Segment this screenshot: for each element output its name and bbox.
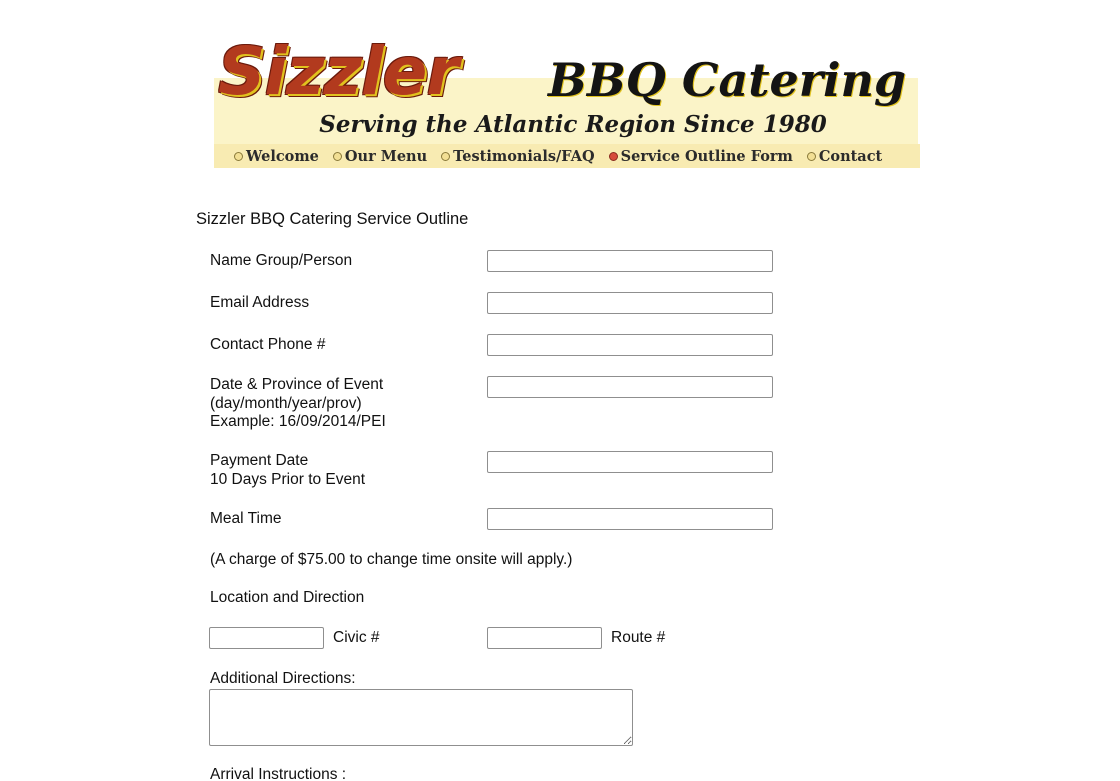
bullet-icon [806,151,816,161]
bullet-icon [441,151,451,161]
logo-wordmark: Sizzler [218,33,459,110]
additional-directions-label: Additional Directions: [210,670,356,687]
payment-date-label: Payment Date 10 Days Prior to Event [210,452,365,489]
nav-item-our-menu[interactable]: Our Menu [332,147,428,165]
bullet-icon [332,151,342,161]
event-date-label-line: Date & Province of Event [210,376,384,393]
nav-label: Service Outline Form [620,147,793,165]
site-banner: Sizzler BBQ Catering Serving the Atlanti… [214,34,920,168]
nav-label: Contact [818,147,883,165]
payment-date-hint: 10 Days Prior to Event [210,470,366,488]
nav-item-contact[interactable]: Contact [806,147,883,165]
nav-label: Welcome [246,147,319,165]
phone-label: Contact Phone # [210,336,326,353]
bullet-icon [234,151,243,161]
event-date-example: Example: 16/09/2014/PEI [210,413,386,430]
nav-item-welcome[interactable]: Welcome [234,148,319,165]
route-input[interactable] [487,627,602,649]
nav-item-testimonials-faq[interactable]: Testimonials/FAQ [441,147,595,165]
active-bullet-icon [608,151,618,161]
meal-time-input[interactable] [487,508,773,530]
event-date-format-hint: (day/month/year/prov) [210,394,362,412]
location-label: Location and Direction [210,589,365,606]
event-date-input[interactable] [487,376,773,398]
logo-subtitle: BBQ Catering [548,53,907,107]
main-nav: Welcome Our Menu Testimonials/FAQ Servic… [214,144,920,168]
event-date-label: Date & Province of Event (day/month/year… [210,376,386,432]
civic-label: Civic # [333,629,380,646]
payment-date-label-line: Payment Date [210,452,309,469]
nav-item-service-outline-form[interactable]: Service Outline Form [608,147,793,165]
route-label: Route # [611,629,666,646]
nav-label: Our Menu [344,147,428,165]
civic-input[interactable] [209,627,324,649]
additional-directions-textarea[interactable] [209,689,633,746]
phone-input[interactable] [487,334,773,356]
email-label: Email Address [210,294,310,311]
form-title: Sizzler BBQ Catering Service Outline [196,210,469,228]
charge-note: (A charge of $75.00 to change time onsit… [210,551,573,568]
nav-label: Testimonials/FAQ [453,147,595,165]
name-input[interactable] [487,250,773,272]
payment-date-input[interactable] [487,451,773,473]
logo-tagline: Serving the Atlantic Region Since 1980 [319,111,827,138]
meal-time-label: Meal Time [210,510,282,527]
email-input[interactable] [487,292,773,314]
arrival-instructions-label: Arrival Instructions : [210,766,347,781]
name-label: Name Group/Person [210,252,353,269]
